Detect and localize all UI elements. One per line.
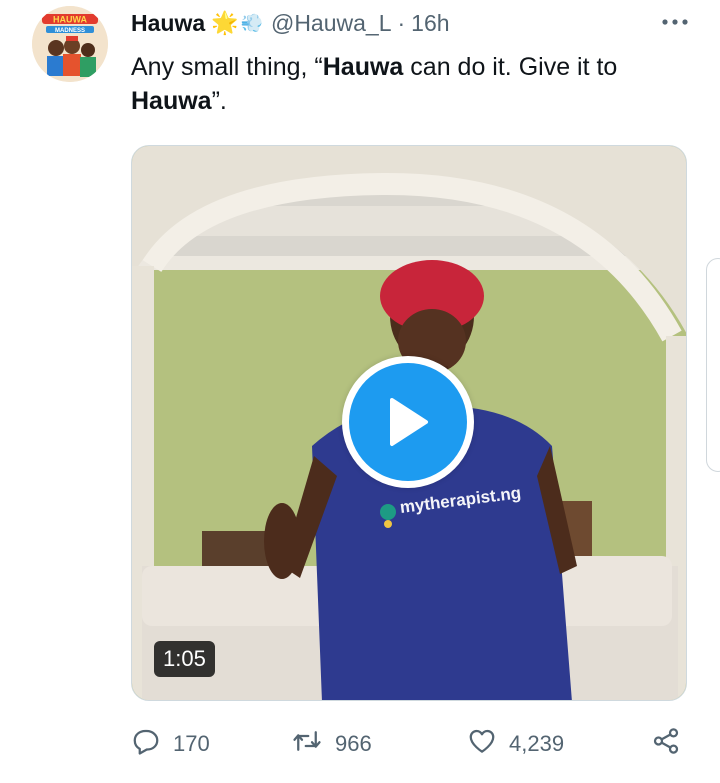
tweet-text-bold-2: Hauwa: [131, 87, 212, 115]
avatar-subtitle: MADNESS: [55, 28, 85, 34]
share-icon: [651, 726, 681, 762]
heart-icon: [467, 726, 497, 762]
tweet-text-part-3: ”.: [211, 87, 227, 115]
avatar[interactable]: HAUWA MADNESS: [32, 6, 108, 82]
play-icon: [349, 363, 467, 481]
avatar-title: HAUWA: [53, 15, 87, 25]
action-bar: 170 966 4,239: [131, 724, 691, 764]
repost-count: 966: [335, 731, 372, 756]
timestamp[interactable]: 16h: [411, 10, 449, 37]
more-horizontal-icon[interactable]: [660, 10, 690, 34]
star-emoji-icon: 🌟: [211, 10, 239, 35]
repost-button[interactable]: 966: [291, 726, 372, 762]
side-panel-edge: [706, 258, 720, 472]
reply-count: 170: [173, 731, 210, 756]
reply-icon: [131, 726, 161, 762]
tweet-text-part-1: Any small thing, “: [131, 53, 323, 81]
tweet-card[interactable]: HAUWA MADNESS Hauwa 🌟 💨 @Hauwa_L · 16h A…: [0, 0, 720, 783]
display-name[interactable]: Hauwa: [131, 10, 205, 37]
video-duration: 1:05: [154, 641, 215, 677]
repost-icon: [291, 726, 323, 762]
like-button[interactable]: 4,239: [467, 726, 564, 762]
play-button[interactable]: [342, 356, 474, 488]
dash-emoji-icon: 💨: [240, 13, 263, 33]
share-button[interactable]: [651, 726, 681, 762]
reply-button[interactable]: 170: [131, 726, 210, 762]
user-handle[interactable]: @Hauwa_L: [271, 10, 392, 37]
tweet-text: Any small thing, “Hauwa can do it. Give …: [131, 50, 691, 118]
like-count: 4,239: [509, 731, 565, 756]
tweet-text-part-2: can do it. Give it to: [403, 53, 618, 81]
tweet-text-bold-1: Hauwa: [322, 53, 404, 81]
video-player[interactable]: mytherapist.ng 1:05: [131, 145, 687, 701]
tweet-header: Hauwa 🌟 💨 @Hauwa_L · 16h: [131, 8, 450, 38]
separator-dot: ·: [397, 9, 406, 36]
